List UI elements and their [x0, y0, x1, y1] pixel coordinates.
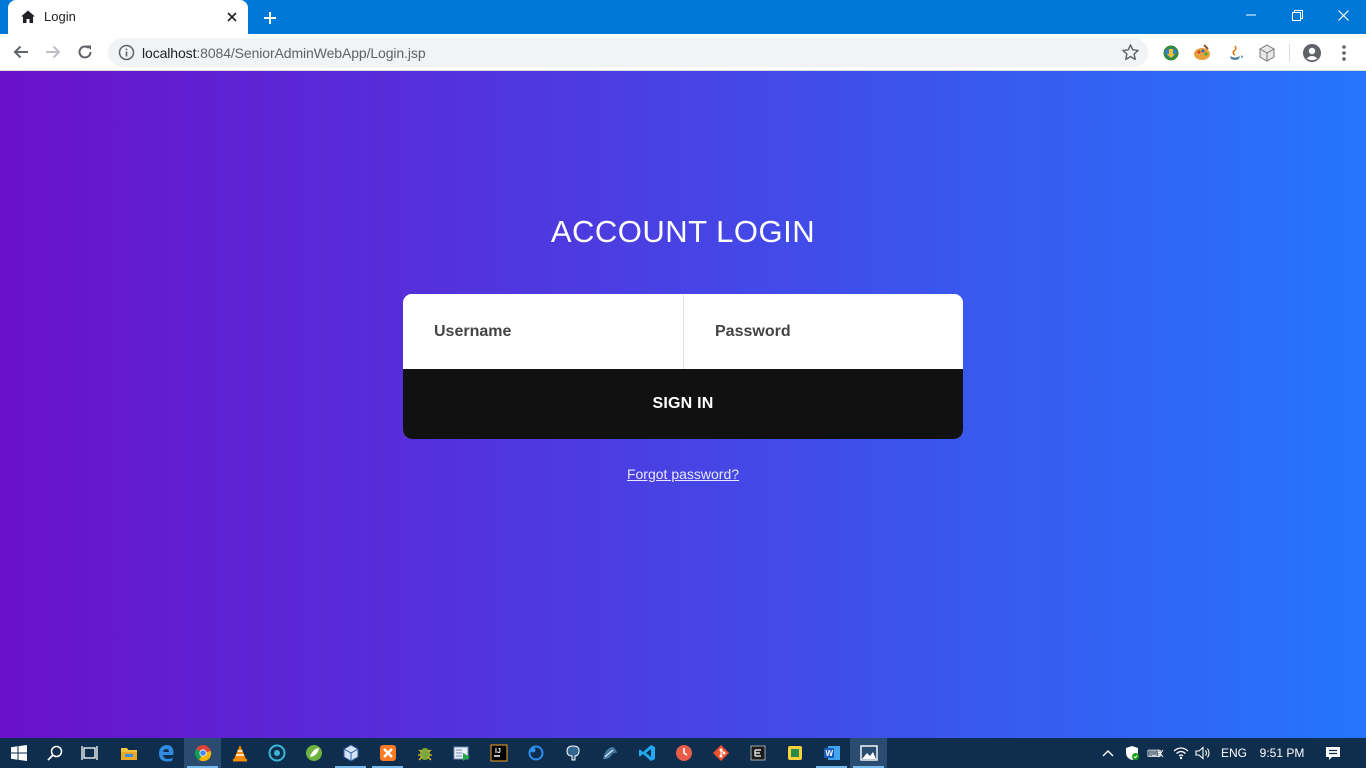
bookmark-star-icon[interactable] [1121, 43, 1140, 62]
reload-icon[interactable] [71, 38, 99, 66]
task-view-icon[interactable] [71, 738, 108, 768]
vscode-icon[interactable] [628, 738, 665, 768]
volume-icon[interactable] [1192, 738, 1214, 768]
login-page: ACCOUNT LOGIN SIGN IN Forgot password? [0, 71, 1366, 738]
show-hidden-icons-icon[interactable] [1097, 738, 1119, 768]
wifi-icon[interactable] [1170, 738, 1192, 768]
java-icon[interactable] [1225, 43, 1245, 63]
input-method-icon[interactable]: ⌨ [1145, 738, 1167, 768]
login-form: SIGN IN [403, 294, 963, 439]
sticky-icon[interactable] [776, 738, 813, 768]
virtualbox-icon[interactable] [332, 738, 369, 768]
menu-kebab-icon[interactable] [1334, 43, 1354, 63]
notifications-icon[interactable] [1320, 738, 1346, 768]
app-icon[interactable] [258, 738, 295, 768]
password-input[interactable] [683, 294, 963, 369]
file-explorer-icon[interactable] [110, 738, 147, 768]
restore-icon[interactable] [1274, 0, 1320, 30]
vlc-icon[interactable] [221, 738, 258, 768]
git-icon[interactable] [702, 738, 739, 768]
forgot-password-container: Forgot password? [0, 466, 1366, 482]
windows-taskbar: IJ W ⌨ ENG 9:51 PM [0, 738, 1366, 768]
browser-tab-login[interactable]: Login [8, 0, 248, 34]
clock-time[interactable]: 9:51 PM [1256, 738, 1308, 768]
photos-icon[interactable] [850, 738, 887, 768]
url-text: localhost:8084/SeniorAdminWebApp/Login.j… [142, 45, 426, 61]
site-info-icon[interactable] [118, 44, 135, 61]
bug-icon[interactable] [406, 738, 443, 768]
media-icon[interactable] [443, 738, 480, 768]
language-indicator[interactable]: ENG [1218, 738, 1250, 768]
clock-app-icon[interactable] [665, 738, 702, 768]
profile-avatar-icon[interactable] [1302, 43, 1322, 63]
windows-start-icon[interactable] [0, 738, 37, 768]
edge-icon[interactable] [147, 738, 184, 768]
paint-icon[interactable] [1192, 43, 1212, 63]
eclipse-icon[interactable] [739, 738, 776, 768]
forgot-password-link[interactable]: Forgot password? [627, 466, 739, 482]
close-tab-icon[interactable] [222, 7, 242, 27]
forward-icon[interactable] [39, 38, 67, 66]
idm-icon[interactable] [1161, 43, 1181, 63]
username-input[interactable] [403, 294, 683, 369]
postgres-icon[interactable] [554, 738, 591, 768]
close-window-icon[interactable] [1320, 0, 1366, 30]
intellij-icon[interactable]: IJ [480, 738, 517, 768]
browser-tab-strip: Login [0, 0, 1366, 34]
cube-extension-icon[interactable] [1257, 43, 1277, 63]
search-icon[interactable] [36, 738, 73, 768]
address-bar[interactable]: localhost:8084/SeniorAdminWebApp/Login.j… [108, 38, 1148, 67]
back-icon[interactable] [7, 38, 35, 66]
new-tab-icon[interactable] [258, 6, 282, 30]
page-title: ACCOUNT LOGIN [550, 214, 816, 249]
svg-text:IJ: IJ [495, 748, 501, 755]
toolbar-separator [1289, 44, 1290, 62]
word-icon[interactable]: W [813, 738, 850, 768]
xampp-icon[interactable] [369, 738, 406, 768]
sign-in-button[interactable]: SIGN IN [403, 369, 963, 439]
minimize-icon[interactable] [1228, 0, 1274, 30]
security-shield-icon[interactable] [1121, 738, 1143, 768]
mysql-icon[interactable] [591, 738, 628, 768]
cloud-icon[interactable] [517, 738, 554, 768]
tab-title: Login [44, 9, 76, 24]
browser-toolbar: localhost:8084/SeniorAdminWebApp/Login.j… [0, 34, 1366, 71]
chrome-icon[interactable] [184, 738, 221, 768]
svg-text:W: W [825, 749, 833, 758]
spring-icon[interactable] [295, 738, 332, 768]
home-icon [20, 9, 36, 25]
